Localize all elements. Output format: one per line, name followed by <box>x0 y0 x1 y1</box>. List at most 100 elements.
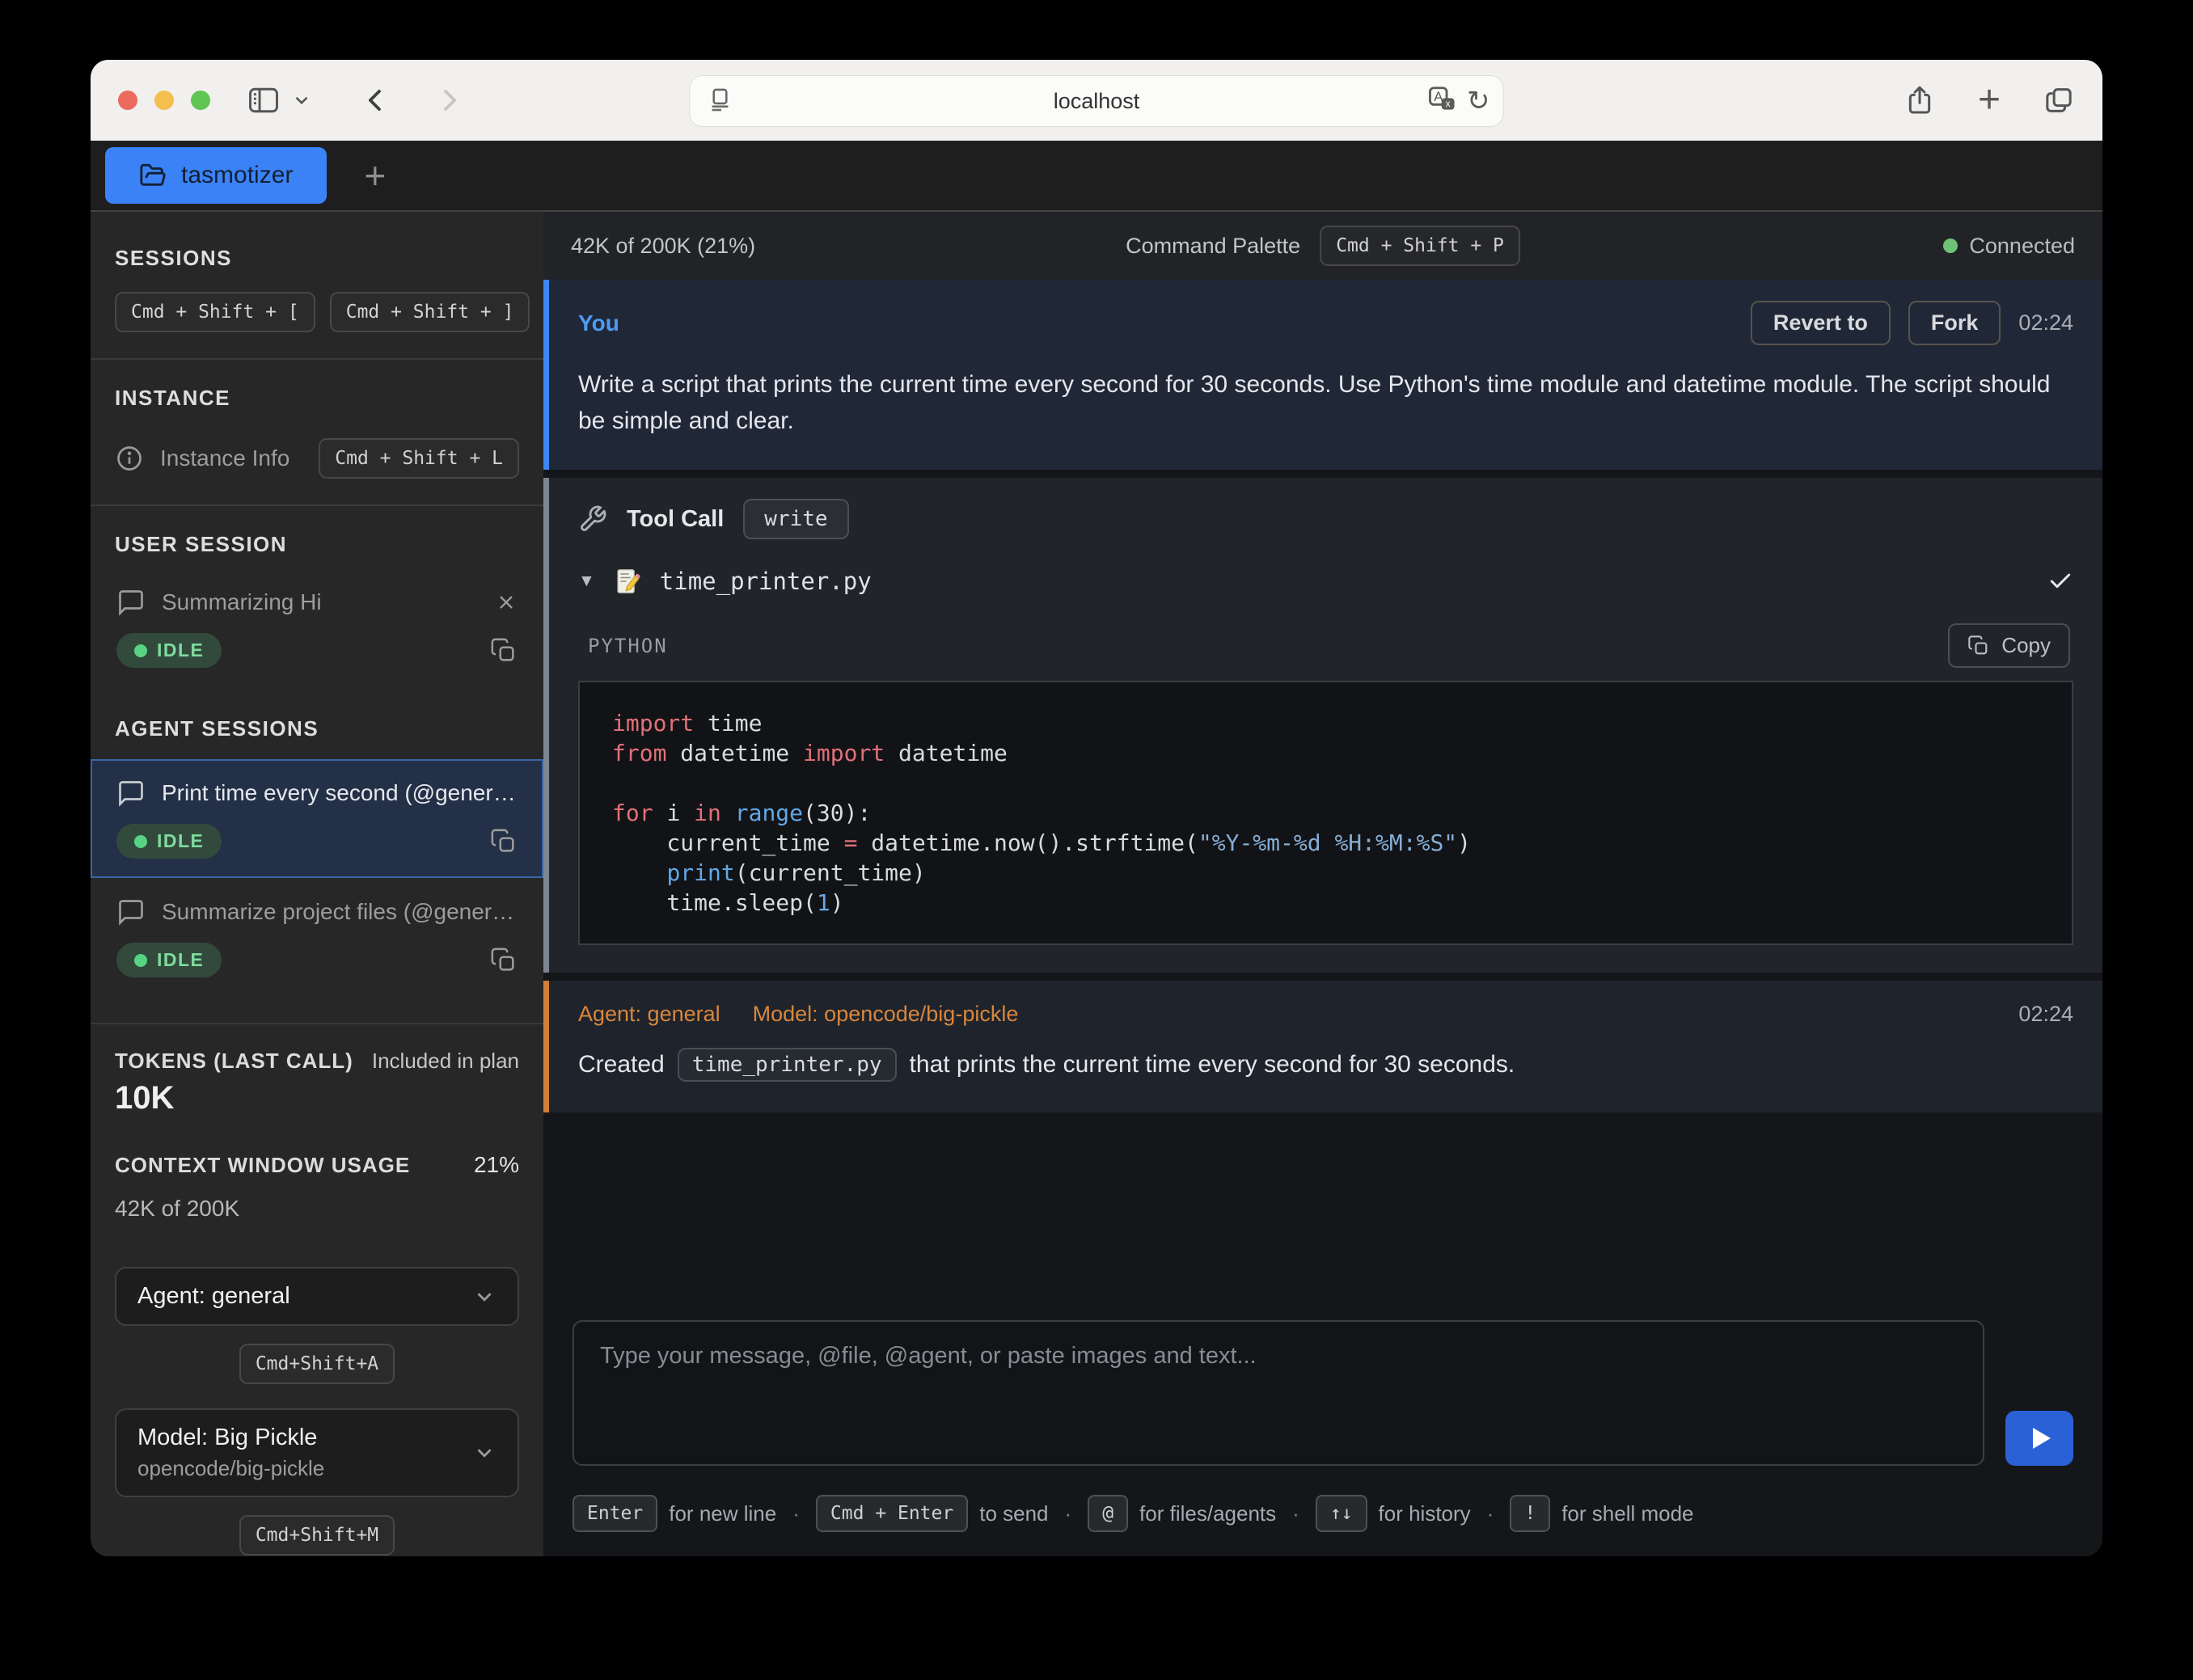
svg-text:x: x <box>1445 98 1450 109</box>
model-select-label: Model: Big Pickle <box>137 1425 324 1451</box>
code-line: time.sleep(1) <box>612 888 2039 918</box>
hint-separator: · <box>792 1501 800 1526</box>
context-usage-header: CONTEXT WINDOW USAGE <box>115 1153 410 1178</box>
status-dot <box>134 954 147 967</box>
user-message: You Revert to Fork 02:24 Write a script … <box>543 280 2102 470</box>
agent-session-item-selected[interactable]: Print time every second (@general su… ID… <box>91 759 543 878</box>
sidebar-toggle-icon[interactable] <box>246 82 281 118</box>
chat-bubble-icon <box>116 588 146 617</box>
new-app-tab-button[interactable]: + <box>364 157 386 194</box>
instance-info-row[interactable]: Instance Info Cmd + Shift + L <box>115 438 519 479</box>
tab-label: tasmotizer <box>181 162 293 189</box>
folder-open-icon <box>139 162 167 189</box>
agent-session-item[interactable]: Summarize project files (@general sub… I… <box>91 878 543 997</box>
status-badge: IDLE <box>116 633 222 668</box>
share-icon[interactable] <box>1904 84 1936 116</box>
code-line: from datetime import datetime <box>612 738 2039 768</box>
memo-icon <box>613 567 642 596</box>
wrench-icon <box>578 504 607 534</box>
forward-button[interactable] <box>433 85 464 116</box>
copy-session-icon[interactable] <box>490 637 518 665</box>
tab-overview-icon[interactable] <box>2043 84 2075 116</box>
context-usage-summary: 42K of 200K (21%) <box>571 234 755 259</box>
hint-text: for files/agents <box>1139 1501 1276 1526</box>
code-content[interactable]: import timefrom datetime import datetime… <box>578 681 2073 945</box>
play-icon <box>2033 1428 2051 1449</box>
chevron-down-icon <box>472 1285 496 1309</box>
model-select-kbd: Cmd+Shift+M <box>239 1515 395 1555</box>
message-timestamp: 02:24 <box>2018 1002 2073 1027</box>
agent-model: Model: opencode/big-pickle <box>753 1002 1019 1027</box>
tokens-note: Included in plan <box>372 1049 519 1074</box>
user-message-text: Write a script that prints the current t… <box>578 366 2073 439</box>
app-body: SESSIONS Cmd + Shift + [ Cmd + Shift + ]… <box>91 212 2102 1556</box>
close-session-icon[interactable] <box>495 591 518 614</box>
context-usage-percent: 21% <box>474 1152 519 1178</box>
model-select-sublabel: opencode/big-pickle <box>137 1456 324 1481</box>
tab-tasmotizer[interactable]: tasmotizer <box>105 147 327 204</box>
back-button[interactable] <box>361 85 391 116</box>
code-line: for i in range(30): <box>612 798 2039 828</box>
agent-select[interactable]: Agent: general <box>115 1267 519 1326</box>
agent-name: Agent: general <box>578 1002 720 1027</box>
hint-kbd: Enter <box>573 1495 657 1532</box>
revert-to-button[interactable]: Revert to <box>1751 301 1891 345</box>
copy-icon <box>1967 635 1990 657</box>
check-icon <box>2047 568 2073 594</box>
reader-icon[interactable] <box>707 86 734 117</box>
send-button[interactable] <box>2005 1411 2073 1466</box>
main-panel: 42K of 200K (21%) Command Palette Cmd + … <box>543 212 2102 1556</box>
next-session-kbd: Cmd + Shift + ] <box>330 292 530 332</box>
hint-text: for history <box>1379 1501 1471 1526</box>
minimize-window-button[interactable] <box>154 91 174 110</box>
chat-spacer <box>543 1121 2102 1312</box>
tokens-header: TOKENS (LAST CALL) <box>115 1049 353 1074</box>
user-session-header: USER SESSION <box>115 532 519 557</box>
fork-button[interactable]: Fork <box>1908 301 2001 345</box>
divider <box>91 504 543 506</box>
hint-separator: · <box>1292 1501 1299 1526</box>
instance-header: INSTANCE <box>115 386 519 411</box>
main-header: 42K of 200K (21%) Command Palette Cmd + … <box>543 212 2102 280</box>
status-dot <box>134 835 147 848</box>
chevron-down-icon <box>472 1441 496 1465</box>
chat-bubble-icon <box>116 779 146 808</box>
chat-bubble-icon <box>116 897 146 927</box>
sidebar: SESSIONS Cmd + Shift + [ Cmd + Shift + ]… <box>91 212 543 1556</box>
hint-text: for shell mode <box>1561 1501 1693 1526</box>
new-tab-icon[interactable]: + <box>1978 81 2001 120</box>
collapse-triangle-icon[interactable]: ▼ <box>578 572 595 591</box>
reload-icon[interactable]: ↻ <box>1467 87 1490 115</box>
connected-dot <box>1943 238 1958 253</box>
close-window-button[interactable] <box>118 91 137 110</box>
browser-toolbar: localhost Ax ↻ + <box>91 60 2102 141</box>
session-title: Print time every second (@general su… <box>162 780 518 806</box>
code-line: print(current_time) <box>612 858 2039 888</box>
app-tab-strip: tasmotizer + <box>91 141 2102 212</box>
fullscreen-window-button[interactable] <box>191 91 210 110</box>
instance-info-label: Instance Info <box>160 445 289 471</box>
agent-select-kbd: Cmd+Shift+A <box>239 1344 395 1384</box>
tool-name-chip: write <box>743 499 848 539</box>
command-palette[interactable]: Command Palette Cmd + Shift + P <box>1126 226 1520 266</box>
tool-call-label: Tool Call <box>627 506 724 533</box>
connected-label: Connected <box>1969 234 2075 259</box>
prev-session-kbd: Cmd + Shift + [ <box>115 292 315 332</box>
translate-icon[interactable]: Ax <box>1426 84 1457 119</box>
instance-info-kbd: Cmd + Shift + L <box>319 438 519 479</box>
copy-code-button[interactable]: Copy <box>1948 623 2070 668</box>
chevron-down-icon[interactable] <box>291 90 312 111</box>
model-select[interactable]: Model: Big Pickle opencode/big-pickle <box>115 1408 519 1497</box>
url-text: localhost <box>691 89 1503 114</box>
session-title: Summarize project files (@general sub… <box>162 899 518 925</box>
copy-session-icon[interactable] <box>490 828 518 855</box>
divider <box>91 358 543 360</box>
user-session-item[interactable]: Summarizing Hi IDLE <box>91 568 543 687</box>
composer <box>543 1320 2102 1466</box>
address-bar[interactable]: localhost Ax ↻ <box>690 75 1504 127</box>
copy-session-icon[interactable] <box>490 947 518 974</box>
window-controls <box>118 91 210 110</box>
message-input[interactable] <box>573 1320 1984 1466</box>
inline-code-chip: time_printer.py <box>678 1048 897 1082</box>
tool-file-name[interactable]: time_printer.py <box>660 568 872 595</box>
